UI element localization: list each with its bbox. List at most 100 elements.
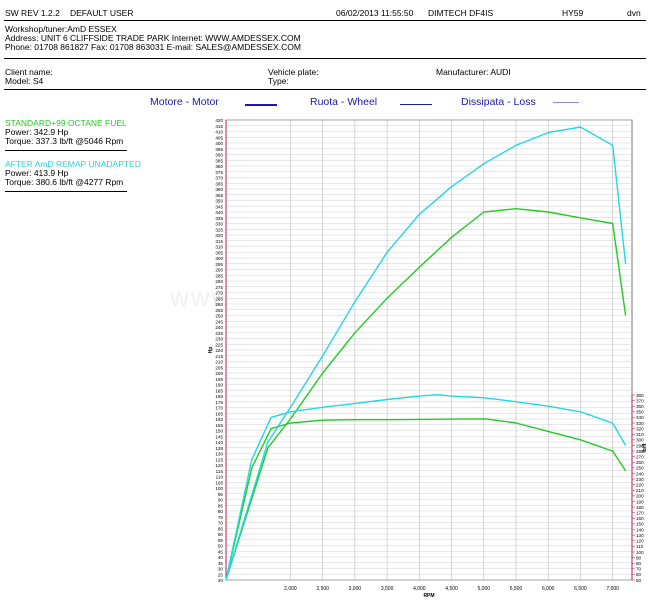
y-left-tick-label: 110 [216, 475, 224, 480]
y-left-tick-label: 135 [215, 446, 223, 451]
x-tick-label: 6,000 [542, 586, 555, 592]
y-left-tick-label: 260 [215, 302, 223, 307]
y-left-tick-label: 145 [215, 434, 223, 439]
y-right-tick-label: 50 [636, 578, 642, 583]
y-right-tick-label: 60 [636, 572, 642, 577]
y-right-tick-label: 260 [636, 460, 644, 465]
y-left-tick-label: 35 [218, 561, 224, 566]
y-left-tick-label: 80 [218, 509, 224, 514]
y-left-tick-label: 395 [215, 147, 223, 152]
y-left-tick-label: 280 [215, 279, 223, 284]
y-left-tick-label: 370 [215, 176, 223, 181]
y-right-tick-label: 250 [636, 466, 644, 471]
y-right-tick-label: 70 [636, 567, 642, 572]
y-left-tick-label: 50 [218, 544, 224, 549]
y-left-tick-label: 400 [215, 141, 223, 146]
y-left-tick-label: 420 [215, 118, 223, 123]
y-left-tick-label: 250 [215, 314, 223, 319]
x-tick-label: 4,000 [413, 586, 426, 592]
y-right-tick-label: 380 [636, 393, 644, 398]
y-right-tick-label: 150 [636, 522, 644, 527]
y-right-tick-label: 320 [636, 426, 644, 431]
y-left-tick-label: 125 [215, 457, 223, 462]
y-right-tick-label: 200 [636, 494, 644, 499]
y-right-tick-label: 330 [636, 421, 644, 426]
y-left-tick-label: 255 [215, 308, 223, 313]
y-left-tick-label: 200 [215, 371, 223, 376]
y-left-tick-label: 315 [215, 239, 223, 244]
y-left-tick-label: 330 [215, 222, 223, 227]
y-right-tick-label: 180 [636, 505, 644, 510]
y-left-tick-label: 55 [218, 538, 224, 543]
y-right-tick-label: 80 [636, 561, 642, 566]
y-left-tick-label: 270 [215, 291, 223, 296]
y-left-tick-label: 225 [215, 342, 223, 347]
x-tick-label: 6,500 [574, 586, 587, 592]
y-left-tick-label: 320 [215, 233, 223, 238]
y-left-tick-label: 205 [215, 365, 223, 370]
y-left-tick-label: 45 [218, 549, 224, 554]
y-right-tick-label: 100 [636, 550, 644, 555]
y-left-tick-label: 115 [216, 469, 224, 474]
y-right-tick-label: 270 [636, 454, 644, 459]
y-left-tick-label: 220 [215, 348, 223, 353]
y-left-tick-label: 285 [215, 273, 223, 278]
y-left-tick-label: 215 [215, 354, 223, 359]
y-left-tick-label: 155 [215, 423, 223, 428]
y-left-tick-label: 350 [215, 199, 223, 204]
y-left-tick-label: 185 [215, 388, 223, 393]
y-left-tick-label: 360 [215, 187, 223, 192]
y-right-tick-label: 340 [636, 415, 644, 420]
y-left-tick-label: 385 [215, 158, 223, 163]
y-left-tick-label: 405 [215, 135, 223, 140]
y-left-tick-label: 380 [215, 164, 223, 169]
y-left-tick-label: 365 [215, 181, 223, 186]
y-left-tick-label: 415 [215, 124, 223, 129]
y-left-tick-label: 290 [215, 268, 223, 273]
y-left-tick-label: 20 [218, 578, 224, 583]
y-right-tick-label: 160 [636, 516, 644, 521]
y-left-tick-label: 375 [215, 170, 223, 175]
y-left-tick-label: 390 [215, 153, 223, 158]
y-left-tick-label: 265 [215, 296, 223, 301]
y-left-tick-label: 240 [215, 325, 223, 330]
y-left-tick-label: 230 [215, 337, 223, 342]
y-left-tick-label: 130 [215, 452, 223, 457]
y-left-tick-label: 105 [215, 480, 223, 485]
y-right-tick-label: 310 [636, 432, 644, 437]
y-right-tick-label: 190 [636, 499, 644, 504]
y-left-tick-label: 245 [215, 319, 223, 324]
y-left-tick-label: 410 [215, 130, 223, 135]
y-right-tick-label: 350 [636, 410, 644, 415]
y-right-tick-label: 230 [636, 477, 644, 482]
y-left-tick-label: 120 [215, 463, 223, 468]
y-left-tick-label: 335 [215, 216, 223, 221]
y-left-tick-label: 300 [215, 256, 223, 261]
y-left-tick-label: 210 [215, 360, 223, 365]
y-left-tick-label: 65 [218, 526, 224, 531]
y-right-tick-label: 220 [636, 482, 644, 487]
y-left-tick-label: 295 [215, 262, 223, 267]
x-tick-label: 3,500 [381, 586, 394, 592]
y-left-tick-label: 175 [215, 400, 223, 405]
y-right-tick-label: 110 [636, 544, 644, 549]
y-left-tick-label: 190 [215, 383, 223, 388]
y-left-tick-label: 40 [218, 555, 224, 560]
x-axis-label: RPM [423, 593, 434, 599]
y-left-tick-label: 60 [218, 532, 224, 537]
y-right-tick-label: 130 [636, 533, 644, 538]
y-left-tick-label: 70 [218, 521, 224, 526]
y-right-tick-label: 120 [636, 539, 644, 544]
x-tick-label: 5,500 [510, 586, 523, 592]
y-right-tick-label: 170 [636, 511, 644, 516]
x-tick-label: 2,500 [316, 586, 329, 592]
x-tick-label: 3,000 [349, 586, 362, 592]
y-left-tick-label: 75 [218, 515, 224, 520]
y-right-tick-label: 90 [636, 555, 642, 560]
y-right-tick-label: 370 [636, 398, 644, 403]
y-right-tick-label: 300 [636, 438, 644, 443]
y-left-tick-label: 30 [218, 567, 224, 572]
y-left-tick-label: 355 [215, 193, 223, 198]
x-tick-label: 5,000 [478, 586, 491, 592]
y-left-tick-label: 345 [215, 204, 223, 209]
